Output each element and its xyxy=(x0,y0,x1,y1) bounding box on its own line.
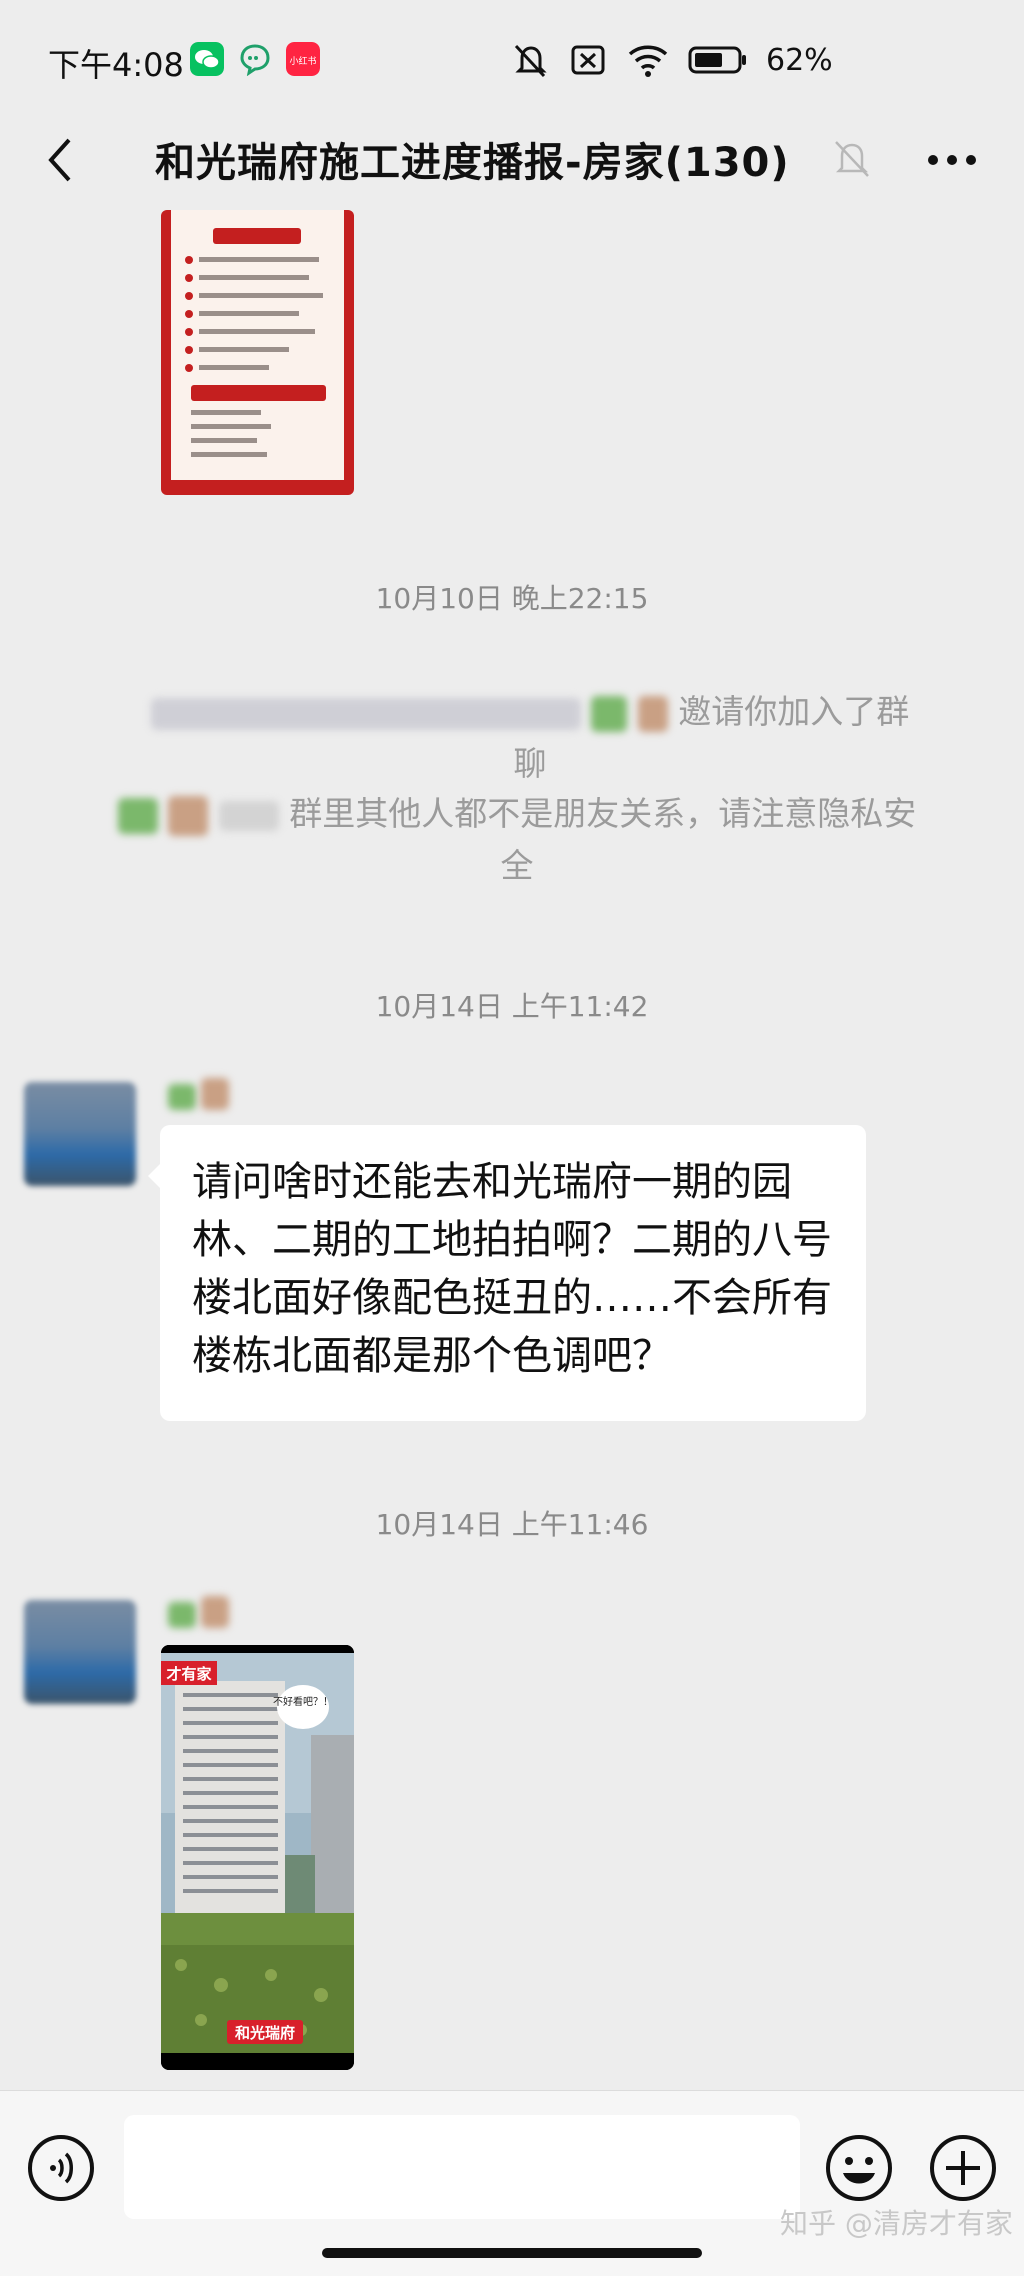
blurred-avatar xyxy=(637,695,668,732)
status-icons: 62% xyxy=(510,38,833,82)
more-dots-icon xyxy=(928,155,976,165)
chat-title: 和光瑞府施工进度播报-房家(130) xyxy=(155,140,790,186)
battery-icon xyxy=(688,46,746,74)
system-message-privacy: 群里其他人都不是朋友关系，请注意隐私安 全 xyxy=(92,788,942,892)
timestamp: 10月14日 上午11:42 xyxy=(375,990,649,1023)
plus-button[interactable] xyxy=(928,2133,998,2203)
message-input[interactable] xyxy=(124,2115,800,2219)
avatar[interactable] xyxy=(24,1600,136,1704)
voice-input-button[interactable] xyxy=(26,2133,96,2203)
status-bar: 下午4:08 小红书 62% xyxy=(0,0,1024,120)
video-message[interactable]: 才有家 不好看吧？！ 和光瑞府 xyxy=(161,1645,354,2070)
blurred-avatar xyxy=(117,797,158,834)
system-privacy-text-cont: 全 xyxy=(500,846,534,885)
svg-text:小红书: 小红书 xyxy=(289,55,316,67)
xiaohongshu-icon: 小红书 xyxy=(286,42,320,76)
blurred-names xyxy=(218,800,279,831)
mute-bell-icon xyxy=(514,44,547,78)
wechat-icon xyxy=(190,42,224,76)
timestamp: 10月10日 晚上22:15 xyxy=(375,582,649,615)
image-message-poster[interactable] xyxy=(161,210,354,495)
video-bottom-tag: 和光瑞府 xyxy=(235,2024,295,2042)
more-button[interactable] xyxy=(920,132,984,188)
system-message-join: 邀请你加入了群聊 xyxy=(150,686,910,790)
blurred-avatar xyxy=(168,795,209,836)
muted-bell-icon xyxy=(835,141,869,177)
poster-thumbnail xyxy=(161,210,354,495)
chevron-left-icon xyxy=(48,138,71,182)
home-indicator[interactable] xyxy=(322,2248,702,2258)
emoji-button[interactable] xyxy=(824,2133,894,2203)
back-button[interactable] xyxy=(30,128,90,192)
status-time: 下午4:08 xyxy=(48,46,184,84)
battery-percent: 62% xyxy=(766,42,833,78)
chat-header: 和光瑞府施工进度播报-房家(130) xyxy=(0,110,1024,210)
blurred-avatar xyxy=(591,695,628,732)
timestamp: 10月14日 上午11:46 xyxy=(375,1508,649,1541)
text-message-bubble[interactable]: 请问啥时还能去和光瑞府一期的园林、二期的工地拍拍啊？二期的八号楼北面好像配色挺丑… xyxy=(160,1125,866,1421)
blurred-names xyxy=(150,697,581,730)
chat-bubble-icon xyxy=(240,44,270,76)
chat-messages[interactable]: 10月10日 晚上22:15 邀请你加入了群聊 群里其他人都不是朋友关系，请注意… xyxy=(0,210,1024,2090)
system-privacy-text: 群里其他人都不是朋友关系，请注意隐私安 xyxy=(289,794,917,833)
video-thumbnail: 才有家 不好看吧？！ 和光瑞府 xyxy=(161,1645,354,2070)
sender-name xyxy=(168,1596,238,1636)
video-bubble-text: 不好看吧？！ xyxy=(273,1695,333,1708)
sender-name xyxy=(168,1078,238,1118)
video-top-tag: 才有家 xyxy=(166,1665,211,1683)
watermark: 知乎 @清房才有家 xyxy=(780,2207,1013,2240)
sim-off-icon xyxy=(571,45,605,75)
avatar[interactable] xyxy=(24,1082,136,1186)
wifi-icon xyxy=(628,45,668,77)
